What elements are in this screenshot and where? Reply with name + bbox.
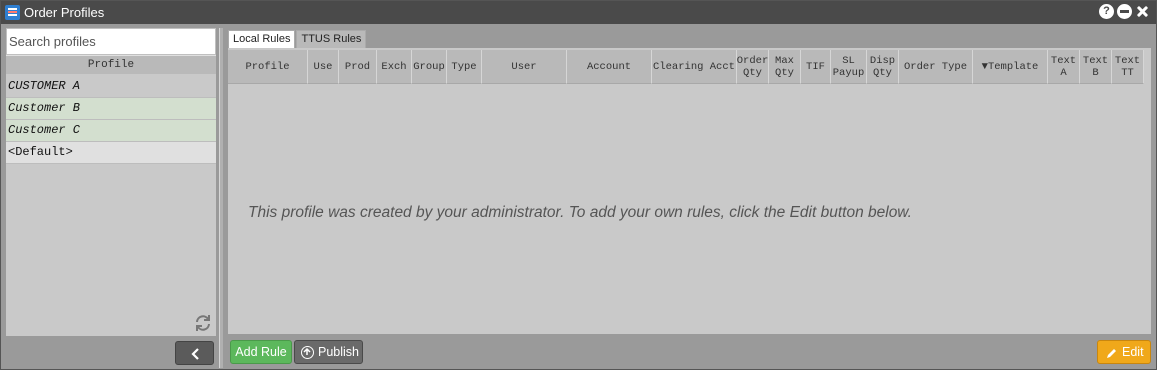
- pane-splitter[interactable]: [219, 28, 223, 368]
- profile-item[interactable]: Customer C: [6, 120, 216, 142]
- rules-tabs: Local Rules TTUS Rules: [228, 30, 367, 48]
- column-header[interactable]: Type: [447, 50, 482, 84]
- chevron-left-icon: [191, 348, 199, 360]
- window-title: Order Profiles: [24, 5, 105, 20]
- column-header[interactable]: User: [482, 50, 567, 84]
- edit-button[interactable]: Edit: [1097, 340, 1151, 364]
- column-header[interactable]: TIF: [801, 50, 831, 84]
- title-bar: Order Profiles ?: [1, 1, 1156, 24]
- profile-sidebar: Profile CUSTOMER A Customer B Customer C…: [6, 28, 216, 336]
- column-header[interactable]: Text TT: [1112, 50, 1144, 84]
- minimize-icon[interactable]: [1117, 4, 1132, 19]
- column-header[interactable]: ▼Template: [973, 50, 1048, 84]
- rules-table-area: Profile Use Prod Exch Group Type User Ac…: [228, 48, 1151, 334]
- column-header[interactable]: SL Payup: [831, 50, 867, 84]
- column-header[interactable]: Text B: [1080, 50, 1112, 84]
- search-input[interactable]: [6, 28, 216, 55]
- profile-item[interactable]: Customer B: [6, 98, 216, 120]
- profile-list: CUSTOMER A Customer B Customer C <Defaul…: [6, 76, 216, 164]
- column-header[interactable]: Prod: [339, 50, 377, 84]
- help-icon[interactable]: ?: [1099, 4, 1114, 19]
- collapse-sidebar-button[interactable]: [175, 341, 214, 365]
- tab-ttus-rules[interactable]: TTUS Rules: [296, 30, 367, 48]
- column-header[interactable]: Order Qty: [737, 50, 769, 84]
- add-rule-button[interactable]: Add Rule: [230, 340, 292, 364]
- column-header[interactable]: Clearing Acct: [652, 50, 737, 84]
- window-controls: ?: [1099, 4, 1150, 21]
- publish-label: Publish: [318, 345, 359, 359]
- tab-local-rules[interactable]: Local Rules: [228, 30, 296, 48]
- refresh-icon[interactable]: [194, 314, 212, 332]
- column-header[interactable]: Text A: [1048, 50, 1080, 84]
- close-icon[interactable]: [1135, 4, 1150, 19]
- profile-column-header[interactable]: Profile: [6, 55, 216, 74]
- profile-item[interactable]: CUSTOMER A: [6, 76, 216, 98]
- column-header[interactable]: Order Type: [899, 50, 973, 84]
- column-header[interactable]: Group: [412, 50, 447, 84]
- order-profiles-icon: [5, 5, 20, 20]
- column-header[interactable]: Use: [308, 50, 339, 84]
- profile-item[interactable]: <Default>: [6, 142, 216, 164]
- column-header[interactable]: Disp Qty: [867, 50, 899, 84]
- publish-button[interactable]: Publish: [294, 340, 363, 364]
- column-header[interactable]: Account: [567, 50, 652, 84]
- column-header[interactable]: Max Qty: [769, 50, 801, 84]
- pencil-icon: [1107, 349, 1116, 358]
- column-header[interactable]: Exch: [377, 50, 412, 84]
- edit-label: Edit: [1122, 345, 1144, 359]
- order-profiles-window: Order Profiles ? Profile CUSTOMER A Cust…: [0, 0, 1157, 370]
- upload-circle-icon: [301, 346, 314, 359]
- column-header[interactable]: Profile: [228, 50, 308, 84]
- rules-table-header: Profile Use Prod Exch Group Type User Ac…: [228, 50, 1144, 84]
- empty-state-message: This profile was created by your adminis…: [248, 204, 912, 221]
